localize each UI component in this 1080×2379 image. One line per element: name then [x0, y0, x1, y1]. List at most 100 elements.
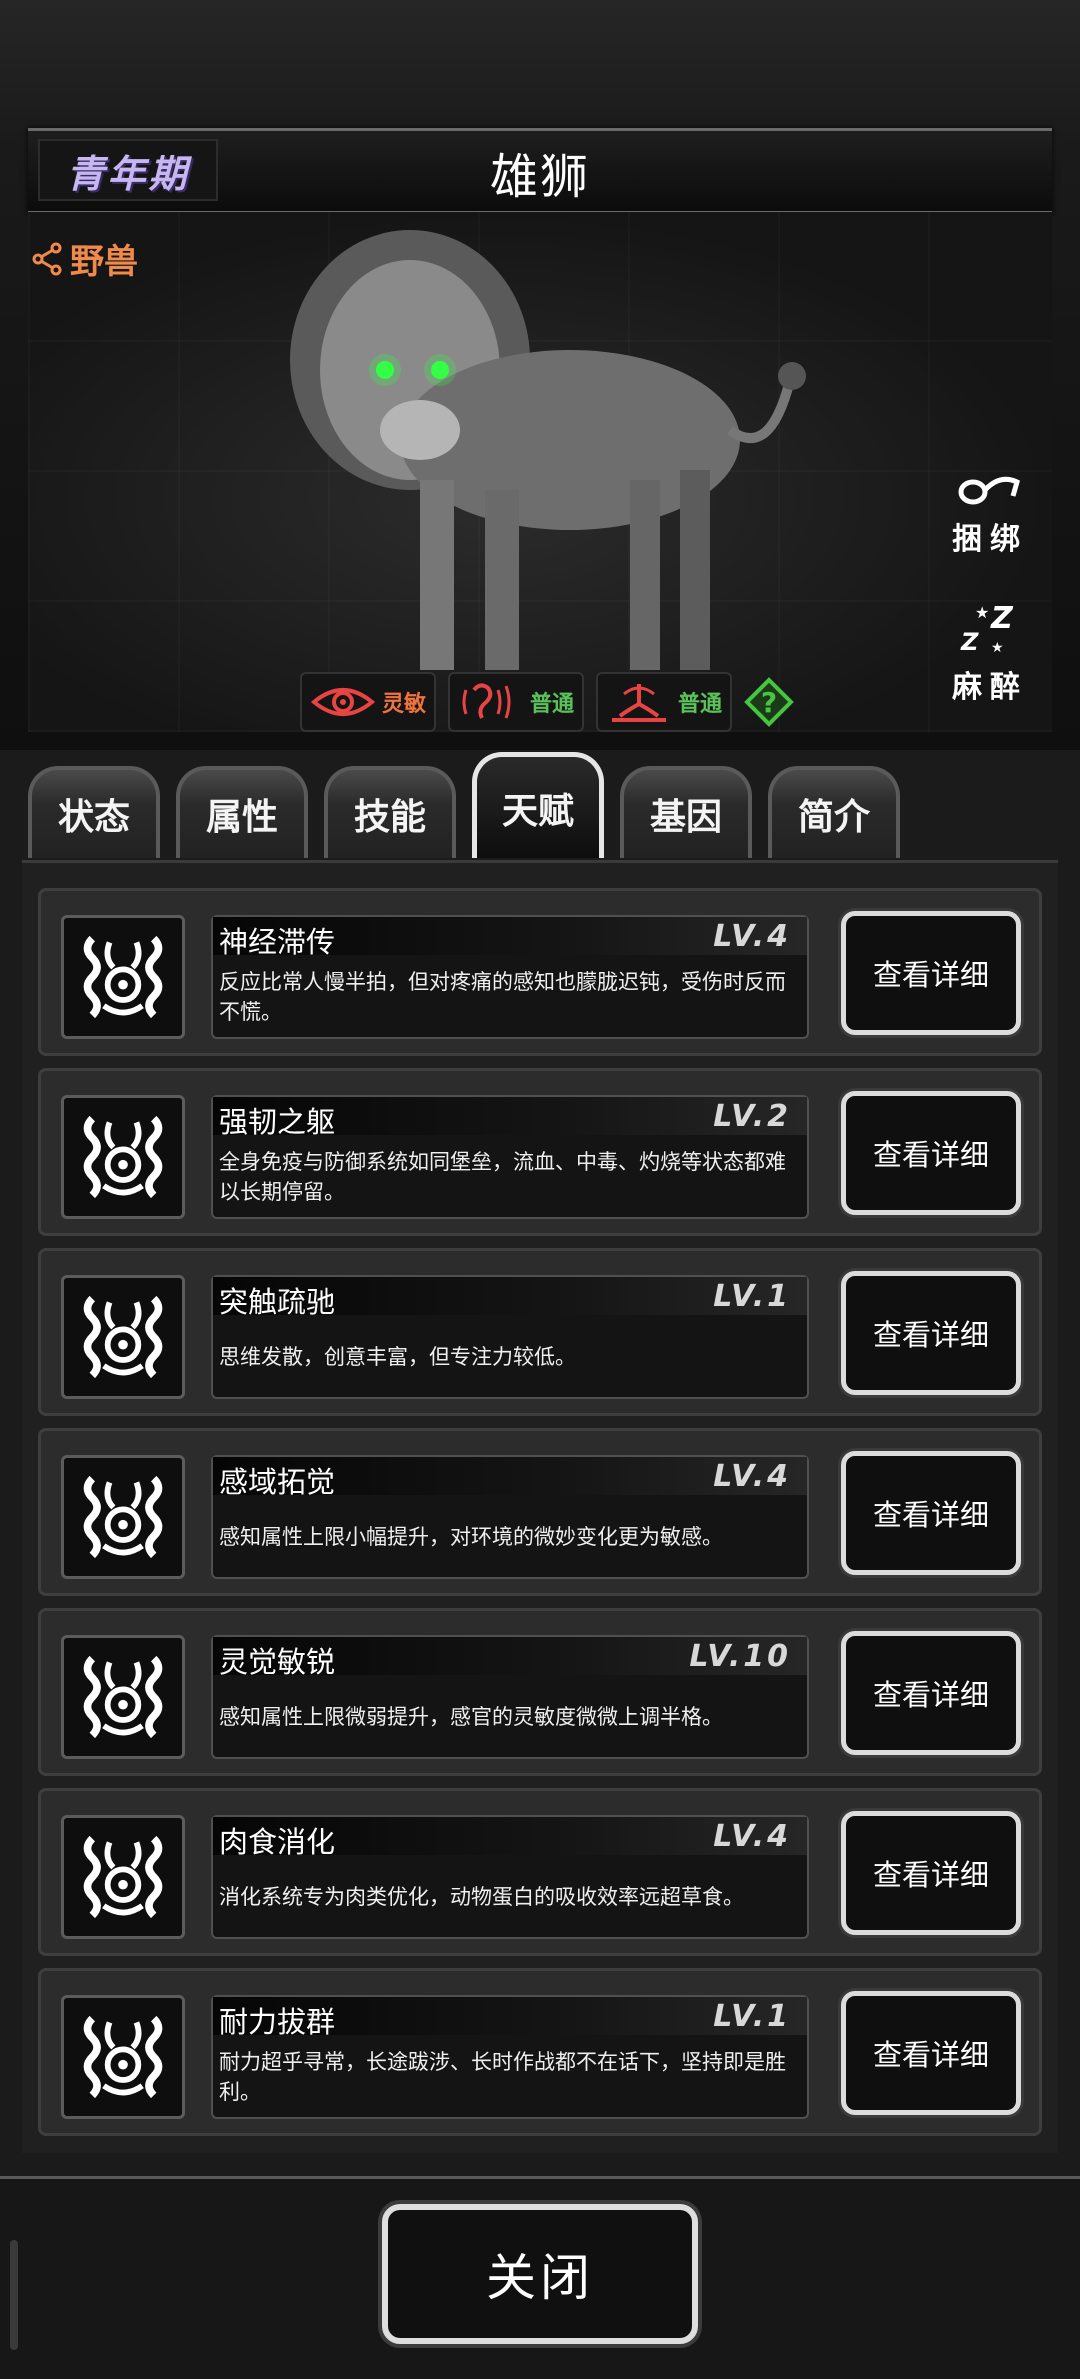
talent-icon: [61, 1275, 185, 1399]
view-detail-button[interactable]: 查看详细: [841, 1811, 1021, 1935]
talent-level: LV.4: [713, 1459, 791, 1494]
scroll-indicator[interactable]: [10, 2240, 18, 2350]
talent-row: 感域拓觉 LV.4 感知属性上限小幅提升，对环境的微妙变化更为敏感。 查看详细: [38, 1428, 1042, 1596]
talent-description-text: 反应比常人慢半拍，但对疼痛的感知也朦胧迟钝，受伤时反而不慌。: [219, 970, 786, 1024]
view-detail-button[interactable]: 查看详细: [841, 1091, 1021, 1215]
nose-icon: [612, 684, 667, 722]
talent-header: 感域拓觉 LV.4: [213, 1457, 807, 1499]
talent-description-text: 感知属性上限微弱提升，感官的灵敏度微微上调半格。: [219, 1705, 723, 1729]
talent-name: 耐力拔群: [219, 2005, 336, 2039]
rope-icon: [958, 476, 1020, 505]
talent-row: 耐力拔群 LV.1 耐力超乎寻常，长途跋涉、长时作战都不在话下，坚持即是胜利。 …: [38, 1968, 1042, 2136]
talent-level: LV.10: [689, 1639, 791, 1674]
talent-info: 肉食消化 LV.4 消化系统专为肉类优化，动物蛋白的吸收效率远超草食。: [211, 1815, 809, 1939]
talent-info: 感域拓觉 LV.4 感知属性上限小幅提升，对环境的微妙变化更为敏感。: [211, 1455, 809, 1579]
talent-list[interactable]: 神经滞传 LV.4 反应比常人慢半拍，但对疼痛的感知也朦胧迟钝，受伤时反而不慌。…: [38, 888, 1042, 2148]
sense-sight-value: 灵敏: [382, 692, 427, 717]
talent-icon: [61, 1095, 185, 1219]
anesthetize-label: 麻醉: [952, 670, 1028, 705]
talent-description-text: 感知属性上限小幅提升，对环境的微妙变化更为敏感。: [219, 1525, 723, 1549]
talent-info: 强韧之躯 LV.2 全身免疫与防御系统如同堡垒，流血、中毒、灼烧等状态都难以长期…: [211, 1095, 809, 1219]
animal-name: 雄狮: [489, 149, 590, 205]
senses-bar: 灵敏 普通 普通 ?: [300, 672, 794, 732]
talent-header: 突触疏驰 LV.1: [213, 1277, 807, 1319]
talent-name: 感域拓觉: [219, 1465, 336, 1499]
talent-name: 肉食消化: [219, 1825, 336, 1859]
sense-smell[interactable]: 普通: [596, 672, 733, 732]
talent-icon: [61, 1455, 185, 1579]
anesthetize-button[interactable]: Z Z ★ ★ 麻醉: [940, 604, 1040, 706]
sense-hearing-value: 普通: [530, 692, 575, 717]
svg-text:Z: Z: [990, 604, 1014, 636]
talent-name: 神经滞传: [219, 925, 336, 959]
talent-name: 灵觉敏锐: [219, 1645, 336, 1679]
side-actions: 捆绑 Z Z ★ ★ 麻醉: [940, 470, 1040, 752]
talent-description: 全身免疫与防御系统如同堡垒，流血、中毒、灼烧等状态都难以长期停留。: [219, 1143, 801, 1211]
tab-status[interactable]: 状态: [28, 766, 160, 858]
talent-description: 感知属性上限小幅提升，对环境的微妙变化更为敏感。: [219, 1503, 801, 1571]
talent-info: 耐力拔群 LV.1 耐力超乎寻常，长途跋涉、长时作战都不在话下，坚持即是胜利。: [211, 1995, 809, 2119]
talent-icon: [61, 915, 185, 1039]
talent-info: 灵觉敏锐 LV.10 感知属性上限微弱提升，感官的灵敏度微微上调半格。: [211, 1635, 809, 1759]
talent-row: 灵觉敏锐 LV.10 感知属性上限微弱提升，感官的灵敏度微微上调半格。 查看详细: [38, 1608, 1042, 1776]
talent-header: 强韧之躯 LV.2: [213, 1097, 807, 1139]
view-detail-button[interactable]: 查看详细: [841, 911, 1021, 1035]
talent-description: 思维发散，创意丰富，但专注力较低。: [219, 1323, 801, 1391]
category-tag[interactable]: 野兽: [32, 234, 138, 283]
talent-level: LV.4: [713, 1819, 791, 1854]
talent-level: LV.2: [713, 1099, 791, 1134]
talent-name: 突触疏驰: [219, 1285, 336, 1319]
title-bar: 青年期 雄狮: [28, 128, 1052, 214]
sense-hearing[interactable]: 普通: [448, 672, 585, 732]
talent-header: 神经滞传 LV.4: [213, 917, 807, 959]
svg-text:Z: Z: [960, 628, 979, 656]
bind-button[interactable]: 捆绑: [940, 470, 1040, 558]
talent-row: 肉食消化 LV.4 消化系统专为肉类优化，动物蛋白的吸收效率远超草食。 查看详细: [38, 1788, 1042, 1956]
talent-description: 反应比常人慢半拍，但对疼痛的感知也朦胧迟钝，受伤时反而不慌。: [219, 963, 801, 1031]
talent-icon: [61, 1995, 185, 2119]
ear-icon: [462, 683, 511, 719]
talent-header: 肉食消化 LV.4: [213, 1817, 807, 1859]
talent-icon: [61, 1635, 185, 1759]
category-label: 野兽: [70, 242, 138, 282]
talent-info: 神经滞传 LV.4 反应比常人慢半拍，但对疼痛的感知也朦胧迟钝，受伤时反而不慌。: [211, 915, 809, 1039]
talent-description: 消化系统专为肉类优化，动物蛋白的吸收效率远超草食。: [219, 1863, 801, 1931]
tab-bar: 状态 属性 技能 天赋 基因 简介: [28, 752, 1058, 862]
talent-icon: [61, 1815, 185, 1939]
talent-level: LV.4: [713, 919, 791, 954]
talent-description: 感知属性上限微弱提升，感官的灵敏度微微上调半格。: [219, 1683, 801, 1751]
close-button[interactable]: 关闭: [382, 2204, 698, 2344]
talent-level: LV.1: [713, 1279, 791, 1314]
help-icon[interactable]: ?: [744, 677, 794, 727]
talent-description-text: 思维发散，创意丰富，但专注力较低。: [219, 1345, 576, 1369]
tab-attributes[interactable]: 属性: [176, 766, 308, 858]
tab-talents[interactable]: 天赋: [472, 752, 604, 858]
tab-genes[interactable]: 基因: [620, 766, 752, 858]
talent-description-text: 耐力超乎寻常，长途跋涉、长时作战都不在话下，坚持即是胜利。: [219, 2050, 786, 2104]
lion-image: [290, 230, 806, 670]
view-detail-button[interactable]: 查看详细: [841, 1991, 1021, 2115]
sleep-icon: Z Z ★ ★: [960, 604, 1014, 656]
tab-intro[interactable]: 简介: [768, 766, 900, 858]
eye-icon: [310, 688, 376, 716]
view-detail-button[interactable]: 查看详细: [841, 1631, 1021, 1755]
bind-label: 捆绑: [952, 522, 1028, 557]
talent-description-text: 消化系统专为肉类优化，动物蛋白的吸收效率远超草食。: [219, 1885, 744, 1909]
tab-skills[interactable]: 技能: [324, 766, 456, 858]
view-detail-button[interactable]: 查看详细: [841, 1451, 1021, 1575]
talent-header: 耐力拔群 LV.1: [213, 1997, 807, 2039]
talent-description-text: 全身免疫与防御系统如同堡垒，流血、中毒、灼烧等状态都难以长期停留。: [219, 1150, 786, 1204]
talent-header: 灵觉敏锐 LV.10: [213, 1637, 807, 1679]
svg-text:★: ★: [991, 640, 1004, 656]
talent-description: 耐力超乎寻常，长途跋涉、长时作战都不在话下，坚持即是胜利。: [219, 2043, 801, 2111]
share-icon: [32, 242, 62, 275]
sense-sight[interactable]: 灵敏: [300, 672, 437, 732]
talent-name: 强韧之躯: [219, 1105, 336, 1139]
talent-row: 神经滞传 LV.4 反应比常人慢半拍，但对疼痛的感知也朦胧迟钝，受伤时反而不慌。…: [38, 888, 1042, 1056]
view-detail-button[interactable]: 查看详细: [841, 1271, 1021, 1395]
svg-text:?: ?: [761, 686, 777, 719]
talent-info: 突触疏驰 LV.1 思维发散，创意丰富，但专注力较低。: [211, 1275, 809, 1399]
talent-row: 强韧之躯 LV.2 全身免疫与防御系统如同堡垒，流血、中毒、灼烧等状态都难以长期…: [38, 1068, 1042, 1236]
sense-smell-value: 普通: [678, 692, 723, 717]
talent-level: LV.1: [713, 1999, 791, 2034]
